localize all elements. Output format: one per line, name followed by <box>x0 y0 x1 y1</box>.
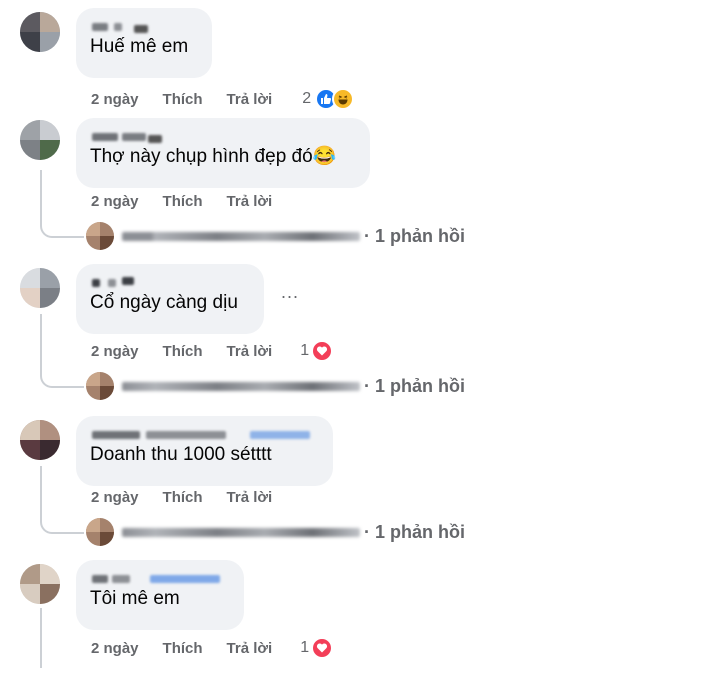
comment-text: Cổ ngày càng dịu <box>90 292 238 313</box>
avatar[interactable] <box>20 420 60 460</box>
commenter-name[interactable] <box>90 425 319 443</box>
reply-count[interactable]: · 1 phản hồi <box>364 522 465 543</box>
more-options-button[interactable]: ... <box>281 282 299 303</box>
like-button[interactable]: Thích <box>163 489 203 506</box>
avatar[interactable] <box>20 564 60 604</box>
thread-line <box>40 608 42 668</box>
comment-time[interactable]: 2 ngày <box>91 489 139 506</box>
avatar[interactable] <box>20 268 60 308</box>
reaction-summary[interactable]: 1 <box>300 340 334 362</box>
heart-icon <box>311 637 334 659</box>
reaction-summary[interactable]: 2 <box>302 88 355 110</box>
comment-5: Tôi mê em 2 ngày Thích Trả lời 1 <box>0 556 727 696</box>
commenter-name[interactable] <box>90 17 198 35</box>
replies-link[interactable]: · 1 phản hồi <box>86 371 465 401</box>
comment-4: Doanh thu 1000 sétttt 2 ngày Thích Trả l… <box>0 410 727 550</box>
replies-link[interactable]: · 1 phản hồi <box>86 517 465 547</box>
reply-author-preview <box>122 527 360 537</box>
comment-text: Doanh thu 1000 sétttt <box>90 444 272 465</box>
commenter-name[interactable] <box>90 569 230 587</box>
like-button[interactable]: Thích <box>163 343 203 360</box>
reply-button[interactable]: Trả lời <box>227 91 273 108</box>
comment-text: Tôi mê em <box>90 588 180 609</box>
reply-avatar <box>86 518 114 546</box>
comment-2: Thợ này chụp hình đẹp đó😂 2 ngày Thích T… <box>0 110 727 250</box>
comment-actions: 2 ngày Thích Trả lời <box>91 489 296 506</box>
reply-avatar <box>86 222 114 250</box>
comment-text: Huế mê em <box>90 36 189 57</box>
like-button[interactable]: Thích <box>163 91 203 108</box>
comment-bubble: Huế mê em <box>76 8 212 78</box>
reaction-summary[interactable]: 1 <box>300 637 334 659</box>
reply-count[interactable]: · 1 phản hồi <box>364 376 465 397</box>
reply-thread-line <box>40 170 84 238</box>
reply-author-preview <box>122 381 360 391</box>
comment-time[interactable]: 2 ngày <box>91 343 139 360</box>
avatar[interactable] <box>20 12 60 52</box>
comment-bubble: Tôi mê em <box>76 560 244 630</box>
reply-author-preview <box>122 231 360 241</box>
comment-bubble: Doanh thu 1000 sétttt <box>76 416 333 486</box>
reply-count[interactable]: · 1 phản hồi <box>364 226 465 247</box>
comment-time[interactable]: 2 ngày <box>91 640 139 657</box>
reply-button[interactable]: Trả lời <box>227 640 273 657</box>
comment-3: Cổ ngày càng dịu ... 2 ngày Thích Trả lờ… <box>0 258 727 401</box>
comment-time[interactable]: 2 ngày <box>91 193 139 210</box>
reply-avatar <box>86 372 114 400</box>
like-button[interactable]: Thích <box>163 640 203 657</box>
reply-thread-line <box>40 314 84 388</box>
comment-actions: 2 ngày Thích Trả lời 2 <box>91 88 355 110</box>
commenter-name[interactable] <box>90 273 250 291</box>
comment-bubble: Thợ này chụp hình đẹp đó😂 <box>76 118 370 188</box>
comment-actions: 2 ngày Thích Trả lời 1 <box>91 340 334 362</box>
reaction-count: 1 <box>300 342 310 359</box>
comment-time[interactable]: 2 ngày <box>91 91 139 108</box>
comment-text: Thợ này chụp hình đẹp đó😂 <box>90 146 337 167</box>
replies-link[interactable]: · 1 phản hồi <box>86 221 465 251</box>
heart-icon <box>311 340 334 362</box>
like-button[interactable]: Thích <box>163 193 203 210</box>
comment-actions: 2 ngày Thích Trả lời <box>91 193 296 210</box>
reply-button[interactable]: Trả lời <box>227 193 273 210</box>
commenter-name[interactable] <box>90 127 356 145</box>
reply-button[interactable]: Trả lời <box>227 489 273 506</box>
reaction-count: 2 <box>302 90 312 107</box>
comment-actions: 2 ngày Thích Trả lời 1 <box>91 637 334 659</box>
haha-icon <box>332 88 355 110</box>
reply-thread-line <box>40 466 84 534</box>
comment-bubble: Cổ ngày càng dịu <box>76 264 264 334</box>
reply-button[interactable]: Trả lời <box>227 343 273 360</box>
avatar[interactable] <box>20 120 60 160</box>
reaction-count: 1 <box>300 639 310 656</box>
